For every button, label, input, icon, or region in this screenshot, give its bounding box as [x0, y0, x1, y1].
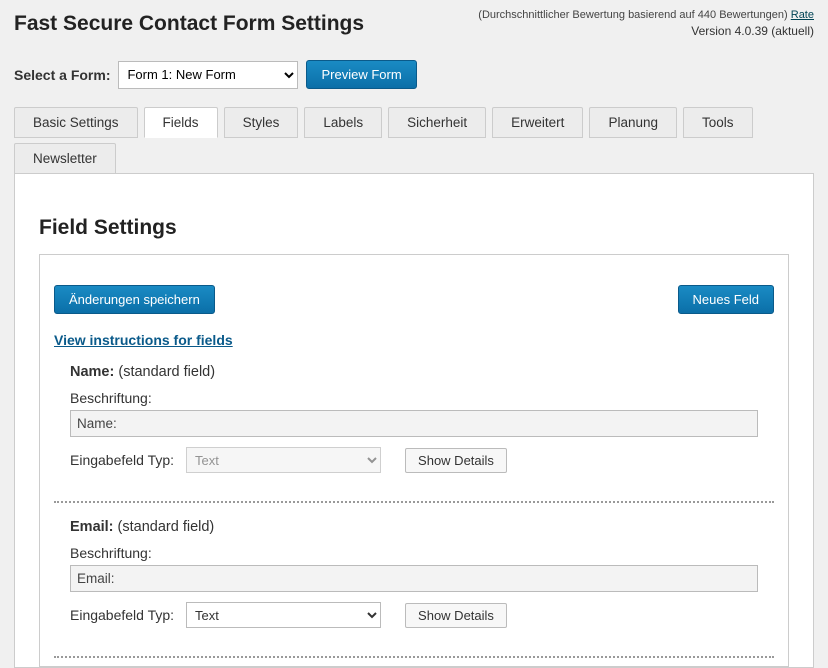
- field-heading: Name: (standard field): [70, 364, 758, 380]
- field-block-name: Name: (standard field) Beschriftung: Ein…: [54, 356, 774, 487]
- preview-form-button[interactable]: Preview Form: [306, 60, 416, 89]
- typ-label: Eingabefeld Typ:: [70, 607, 174, 623]
- tab-row-primary: Basic Settings Fields Styles Labels Sich…: [14, 107, 814, 138]
- typ-label: Eingabefeld Typ:: [70, 452, 174, 468]
- tab-styles[interactable]: Styles: [224, 107, 299, 138]
- new-field-button[interactable]: Neues Feld: [678, 285, 774, 314]
- view-instructions-link[interactable]: View instructions for fields: [54, 332, 233, 348]
- field-name-label: Name:: [70, 364, 114, 380]
- version-text: Version 4.0.39 (aktuell): [691, 24, 814, 38]
- field-settings-box: Änderungen speichern Neues Feld View ins…: [39, 254, 789, 667]
- beschriftung-label: Beschriftung:: [70, 390, 758, 406]
- show-details-button[interactable]: Show Details: [405, 603, 507, 628]
- page-title: Fast Secure Contact Form Settings: [14, 12, 364, 36]
- beschriftung-input[interactable]: [70, 565, 758, 592]
- field-separator: [54, 656, 774, 658]
- rating-text: (Durchschnittlicher Bewertung basierend …: [478, 9, 787, 21]
- section-title: Field Settings: [39, 216, 789, 240]
- typ-select[interactable]: Text: [186, 602, 381, 628]
- tab-fields[interactable]: Fields: [144, 107, 218, 138]
- field-suffix: (standard field): [118, 519, 215, 535]
- tab-labels[interactable]: Labels: [304, 107, 382, 138]
- show-details-button[interactable]: Show Details: [405, 448, 507, 473]
- tab-erweitert[interactable]: Erweitert: [492, 107, 583, 138]
- settings-panel: Field Settings Änderungen speichern Neue…: [14, 173, 814, 668]
- tab-tools[interactable]: Tools: [683, 107, 753, 138]
- select-form-label: Select a Form:: [14, 67, 110, 83]
- typ-select: Text: [186, 447, 381, 473]
- tab-sicherheit[interactable]: Sicherheit: [388, 107, 486, 138]
- beschriftung-label: Beschriftung:: [70, 545, 758, 561]
- field-separator: [54, 501, 774, 503]
- beschriftung-input[interactable]: [70, 410, 758, 437]
- field-name-label: Email:: [70, 519, 114, 535]
- field-block-email: Email: (standard field) Beschriftung: Ei…: [54, 511, 774, 642]
- field-heading: Email: (standard field): [70, 519, 758, 535]
- header-meta: (Durchschnittlicher Bewertung basierend …: [478, 8, 814, 41]
- save-changes-button[interactable]: Änderungen speichern: [54, 285, 215, 314]
- tab-basic-settings[interactable]: Basic Settings: [14, 107, 138, 138]
- tab-newsletter[interactable]: Newsletter: [14, 143, 116, 174]
- field-suffix: (standard field): [118, 364, 215, 380]
- tab-planung[interactable]: Planung: [589, 107, 677, 138]
- rate-link[interactable]: Rate: [791, 9, 814, 21]
- form-select[interactable]: Form 1: New Form: [118, 61, 298, 89]
- tab-row-secondary: Newsletter: [14, 143, 814, 174]
